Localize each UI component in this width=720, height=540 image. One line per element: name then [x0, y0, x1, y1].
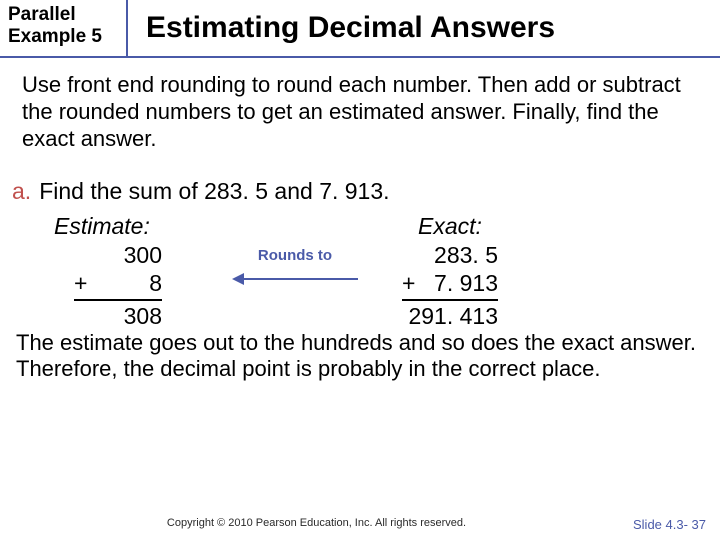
slide-footer: Copyright © 2010 Pearson Education, Inc.… [0, 517, 720, 532]
example-label-box: Parallel Example 5 [0, 0, 128, 56]
exact-heading: Exact: [370, 213, 560, 240]
arrow-left-icon [220, 270, 370, 288]
problem-block: a. Find the sum of 283. 5 and 7. 913. Est… [0, 162, 720, 329]
example-label-line1: Parallel [8, 4, 120, 26]
title-box: Estimating Decimal Answers [128, 0, 720, 56]
problem-statement: a. Find the sum of 283. 5 and 7. 913. [12, 178, 702, 205]
rounds-to-label: Rounds to [220, 247, 370, 264]
exact-column: Exact: 283. 5 7. 913 291. 413 [370, 213, 560, 329]
copyright-text: Copyright © 2010 Pearson Education, Inc.… [0, 517, 633, 532]
example-label-line2: Example 5 [8, 26, 120, 48]
exact-addend-2: 7. 913 [370, 270, 560, 297]
estimate-result: 308 [50, 303, 220, 330]
estimate-column: Estimate: 300 8 308 [50, 213, 220, 329]
exact-rule [402, 299, 498, 301]
estimate-heading: Estimate: [50, 213, 220, 240]
exact-addend-1: 283. 5 [370, 242, 560, 269]
estimate-rule [74, 299, 162, 301]
slide-number: Slide 4.3- 37 [633, 517, 706, 532]
estimate-addend-1: 300 [50, 242, 220, 269]
slide-header: Parallel Example 5 Estimating Decimal An… [0, 0, 720, 58]
estimate-addend-2: 8 [50, 270, 220, 297]
problem-text: Find the sum of 283. 5 and 7. 913. [39, 178, 389, 204]
instructions-text: Use front end rounding to round each num… [0, 58, 720, 162]
arrow-column: Rounds to [220, 213, 370, 288]
work-area: Estimate: 300 8 308 Rounds to Exact: 283… [12, 205, 702, 329]
conclusion-text: The estimate goes out to the hundreds an… [0, 330, 720, 383]
problem-marker: a. [12, 178, 31, 204]
slide-title: Estimating Decimal Answers [146, 11, 555, 45]
exact-result: 291. 413 [370, 303, 560, 330]
